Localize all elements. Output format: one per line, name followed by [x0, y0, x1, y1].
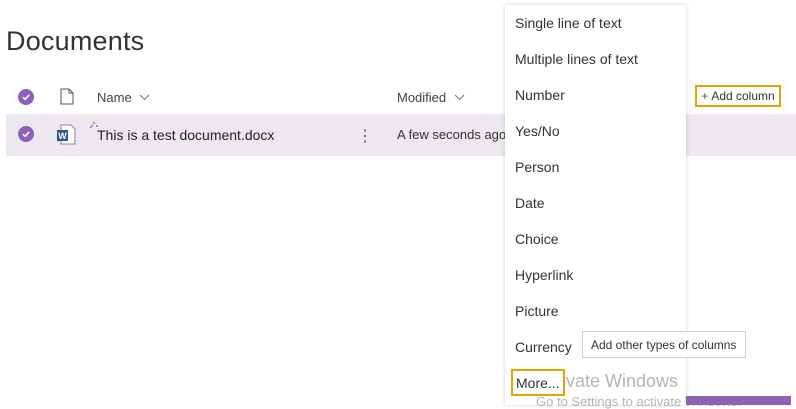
add-column-button[interactable]: + Add column — [695, 85, 781, 107]
column-header-modified-label: Modified — [397, 90, 447, 105]
page-title: Documents — [6, 26, 145, 56]
chevron-down-icon — [139, 94, 150, 101]
checkmark-icon — [22, 94, 30, 101]
svg-text:W: W — [58, 131, 67, 141]
checkmark-icon — [22, 131, 30, 138]
more-actions-icon[interactable]: ⋮ — [357, 126, 373, 146]
document-name-link[interactable]: This is a test document.docx — [97, 127, 274, 143]
menu-item-multiple-lines[interactable]: Multiple lines of text — [515, 51, 638, 67]
menu-item-number[interactable]: Number — [515, 87, 565, 103]
add-column-label: Add column — [711, 89, 775, 103]
more-tooltip: Add other types of columns — [582, 331, 746, 358]
menu-item-hyperlink[interactable]: Hyperlink — [515, 267, 573, 283]
column-header-name-label: Name — [97, 90, 132, 105]
menu-item-person[interactable]: Person — [515, 159, 559, 175]
plus-icon: + — [701, 89, 709, 103]
column-header-modified[interactable]: Modified — [397, 90, 465, 105]
word-doc-icon: W — [57, 124, 76, 145]
menu-item-picture[interactable]: Picture — [515, 303, 559, 319]
menu-item-single-line[interactable]: Single line of text — [515, 15, 622, 31]
row-checkbox[interactable] — [18, 126, 34, 142]
menu-item-choice[interactable]: Choice — [515, 231, 559, 247]
document-modified: A few seconds ago — [397, 127, 507, 142]
purple-strip — [686, 396, 791, 405]
menu-item-currency[interactable]: Currency — [515, 339, 572, 355]
select-all-checkbox[interactable] — [18, 89, 34, 105]
menu-item-more[interactable]: More... — [511, 369, 565, 396]
file-type-icon[interactable] — [60, 88, 74, 105]
menu-item-yes-no[interactable]: Yes/No — [515, 123, 560, 139]
menu-item-date[interactable]: Date — [515, 195, 545, 211]
column-header-name[interactable]: Name — [97, 90, 150, 105]
chevron-down-icon — [454, 94, 465, 101]
